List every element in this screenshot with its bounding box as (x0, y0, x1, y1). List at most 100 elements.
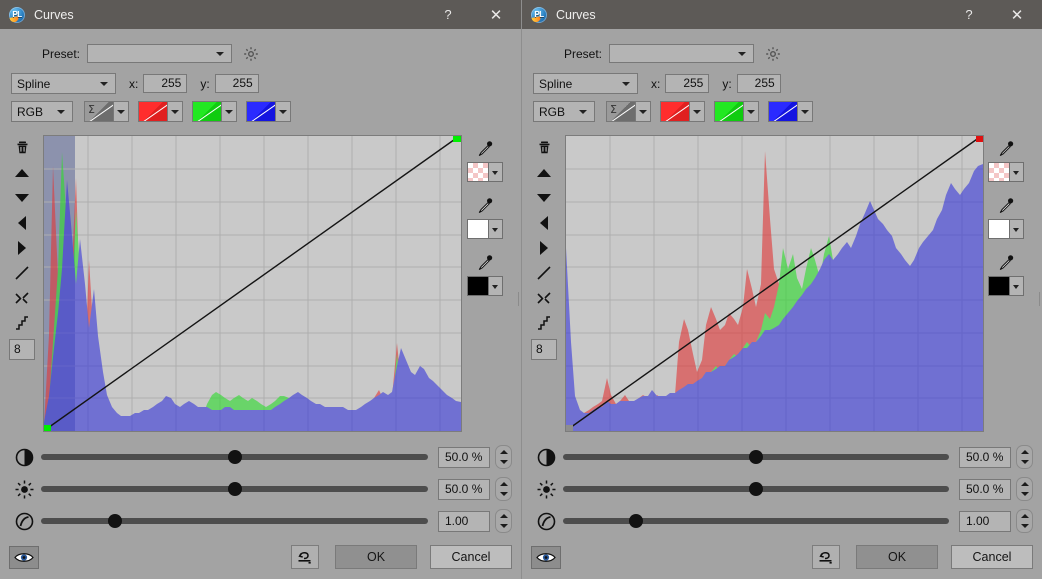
curve-plot-right[interactable] (565, 135, 984, 432)
eyedropper-icon[interactable] (991, 135, 1021, 162)
gamma-slider-knob[interactable] (629, 514, 644, 528)
y-input[interactable]: 255 (736, 74, 781, 93)
channel-red-dropdown[interactable] (690, 101, 705, 122)
curve-plot-left[interactable] (43, 135, 462, 432)
channel-green-dropdown[interactable] (222, 101, 237, 122)
contrast-slider-knob[interactable] (227, 450, 242, 464)
contrast-value[interactable]: 50.0 % (438, 446, 490, 468)
curve-type-select[interactable]: Spline (11, 73, 116, 94)
highlight-color-button[interactable] (467, 276, 503, 296)
reset-button[interactable] (291, 545, 319, 569)
colorspace-select[interactable]: RGB (533, 101, 595, 122)
brightness-stepper[interactable] (495, 477, 512, 501)
x-input[interactable]: 255 (143, 74, 188, 93)
reset-button[interactable] (812, 545, 840, 569)
chevron-down-icon[interactable] (489, 276, 503, 296)
brightness-slider-knob[interactable] (749, 482, 763, 496)
chevron-down-icon[interactable] (489, 219, 503, 239)
preset-select[interactable] (87, 44, 233, 63)
channel-red-button[interactable] (138, 101, 168, 122)
cancel-button[interactable]: Cancel (951, 545, 1033, 569)
triangle-up-icon[interactable] (9, 160, 35, 185)
brightness-stepper[interactable] (1016, 477, 1033, 501)
channel-green-button[interactable] (192, 101, 222, 122)
x-input[interactable]: 255 (665, 74, 710, 93)
contrast-stepper[interactable] (495, 445, 512, 469)
triangle-up-icon[interactable] (531, 160, 557, 185)
crossed-lines-icon[interactable] (531, 285, 557, 310)
gamma-stepper[interactable] (1016, 509, 1033, 533)
staircase-icon[interactable] (9, 310, 35, 335)
gamma-stepper[interactable] (495, 509, 512, 533)
trash-icon[interactable] (9, 135, 35, 160)
y-input[interactable]: 255 (214, 74, 259, 93)
staircase-icon[interactable] (531, 310, 557, 335)
chevron-down-icon[interactable] (1010, 162, 1024, 182)
steps-input[interactable]: 8 (9, 339, 35, 360)
channel-blue-dropdown[interactable] (798, 101, 813, 122)
eyedropper-icon[interactable] (991, 249, 1021, 276)
contrast-slider[interactable] (563, 450, 949, 464)
diagonal-line-icon[interactable] (531, 260, 557, 285)
contrast-slider-knob[interactable] (749, 450, 763, 464)
channel-composite-button[interactable]: Σ (606, 101, 636, 122)
gear-icon[interactable] (765, 46, 781, 62)
gamma-slider[interactable] (41, 514, 428, 528)
close-button[interactable]: ✕ (471, 0, 521, 29)
brightness-slider-knob[interactable] (227, 482, 242, 496)
channel-composite-button[interactable]: Σ (84, 101, 114, 122)
chevron-down-icon[interactable] (1010, 219, 1024, 239)
highlight-color-button[interactable] (988, 276, 1024, 296)
channel-composite-dropdown[interactable] (114, 101, 129, 122)
triangle-down-icon[interactable] (531, 185, 557, 210)
triangle-left-icon[interactable] (9, 210, 35, 235)
ok-button[interactable]: OK (856, 545, 938, 569)
close-button[interactable]: ✕ (992, 0, 1042, 29)
colorspace-select[interactable]: RGB (11, 101, 73, 122)
cancel-button[interactable]: Cancel (430, 545, 512, 569)
triangle-right-icon[interactable] (531, 235, 557, 260)
eyedropper-icon[interactable] (470, 249, 500, 276)
preview-toggle-button[interactable] (531, 545, 561, 569)
trash-icon[interactable] (531, 135, 557, 160)
channel-red-button[interactable] (660, 101, 690, 122)
shadow-color-button[interactable] (467, 162, 503, 182)
gear-icon[interactable] (243, 46, 259, 62)
crossed-lines-icon[interactable] (9, 285, 35, 310)
eyedropper-icon[interactable] (470, 192, 500, 219)
midtone-color-button[interactable] (988, 219, 1024, 239)
ok-button[interactable]: OK (335, 545, 417, 569)
brightness-slider[interactable] (563, 482, 949, 496)
help-button[interactable]: ? (425, 0, 471, 29)
chevron-down-icon[interactable] (489, 162, 503, 182)
contrast-slider[interactable] (41, 450, 428, 464)
channel-blue-button[interactable] (768, 101, 798, 122)
preview-toggle-button[interactable] (9, 545, 39, 569)
channel-blue-dropdown[interactable] (276, 101, 291, 122)
curve-type-select[interactable]: Spline (533, 73, 638, 94)
triangle-left-icon[interactable] (531, 210, 557, 235)
channel-green-button[interactable] (714, 101, 744, 122)
brightness-value[interactable]: 50.0 % (438, 478, 490, 500)
brightness-value[interactable]: 50.0 % (959, 478, 1011, 500)
channel-green-dropdown[interactable] (744, 101, 759, 122)
triangle-right-icon[interactable] (9, 235, 35, 260)
help-button[interactable]: ? (946, 0, 992, 29)
channel-blue-button[interactable] (246, 101, 276, 122)
steps-input[interactable]: 8 (531, 339, 557, 360)
preset-select[interactable] (609, 44, 755, 63)
eyedropper-icon[interactable] (991, 192, 1021, 219)
channel-composite-dropdown[interactable] (636, 101, 651, 122)
gamma-value[interactable]: 1.00 (438, 510, 490, 532)
diagonal-line-icon[interactable] (9, 260, 35, 285)
midtone-color-button[interactable] (467, 219, 503, 239)
triangle-down-icon[interactable] (9, 185, 35, 210)
channel-red-dropdown[interactable] (168, 101, 183, 122)
contrast-stepper[interactable] (1016, 445, 1033, 469)
gamma-value[interactable]: 1.00 (959, 510, 1011, 532)
eyedropper-icon[interactable] (470, 135, 500, 162)
gamma-slider[interactable] (563, 514, 949, 528)
gamma-slider-knob[interactable] (107, 514, 122, 528)
shadow-color-button[interactable] (988, 162, 1024, 182)
chevron-down-icon[interactable] (1010, 276, 1024, 296)
